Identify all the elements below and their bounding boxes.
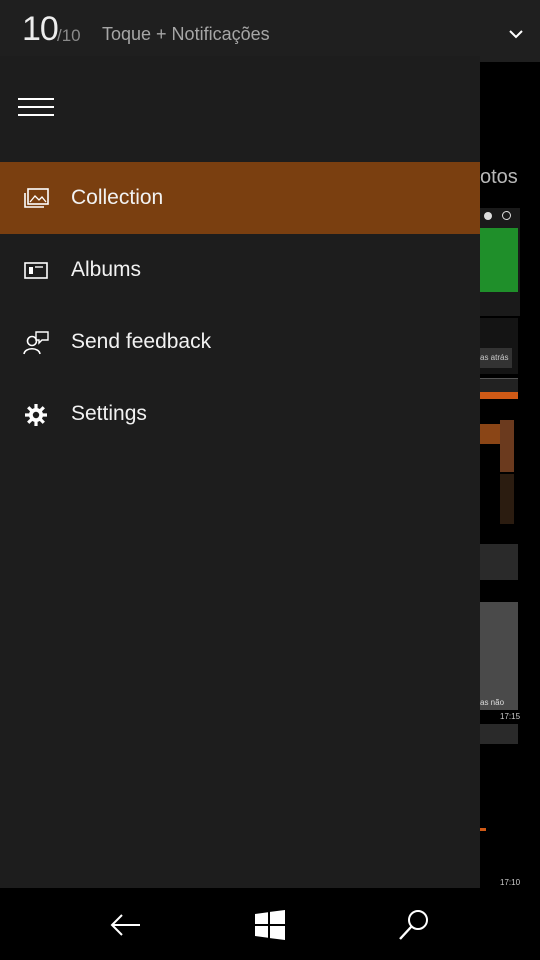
- notification-count-current: 10: [22, 10, 59, 48]
- nav-item-label: Collection: [71, 186, 164, 209]
- preview-refresh-icon: [502, 211, 511, 220]
- preview-time: 17:10: [500, 878, 521, 887]
- preview-photo: [500, 420, 514, 472]
- nav-item-label: Send feedback: [71, 330, 212, 353]
- back-arrow-icon[interactable]: [109, 908, 143, 942]
- preview-snippet: as atrás: [480, 353, 509, 362]
- preview-orange-block: [480, 424, 502, 444]
- nav-item-settings[interactable]: Settings: [0, 378, 480, 450]
- nav-item-collection[interactable]: Collection: [0, 162, 480, 234]
- background-app-preview: otos as atrás as não 17:15 17:10: [480, 62, 540, 888]
- nav-item-send-feedback[interactable]: Send feedback: [0, 306, 480, 378]
- preview-green-tile: [480, 228, 518, 292]
- preview-time: 17:15: [500, 712, 521, 721]
- album-icon: [24, 262, 48, 279]
- windows-logo-icon[interactable]: [253, 908, 287, 942]
- feedback-icon: [23, 331, 49, 355]
- notification-title: Toque + Notificações: [102, 24, 270, 44]
- nav-item-label: Settings: [71, 402, 147, 425]
- preview-accent: [480, 828, 486, 831]
- hamburger-line: [18, 98, 54, 100]
- search-icon[interactable]: [397, 908, 431, 942]
- preview-card: [480, 378, 518, 392]
- notification-count-total: /10: [57, 26, 81, 45]
- chevron-down-icon[interactable]: [504, 24, 528, 44]
- nav-item-albums[interactable]: Albums: [0, 234, 480, 306]
- system-navigation-bar: [0, 888, 540, 960]
- preview-card: [480, 602, 518, 710]
- background-app-title: otos: [480, 166, 518, 188]
- preview-orange-bar: [480, 392, 518, 399]
- preview-snippet: as não: [480, 698, 505, 707]
- collection-icon: [24, 188, 49, 208]
- gear-icon: [25, 404, 47, 426]
- hamburger-line: [18, 106, 54, 108]
- preview-card: [480, 724, 518, 744]
- hamburger-line: [18, 114, 54, 116]
- hamburger-menu-button[interactable]: [18, 98, 54, 118]
- nav-item-label: Albums: [71, 258, 142, 281]
- preview-photo: [500, 474, 514, 524]
- notification-header[interactable]: 10 /10 Toque + Notificações: [0, 0, 540, 62]
- navigation-drawer: Collection Albums Send feedback Settings: [0, 56, 480, 888]
- preview-dot-icon: [484, 212, 492, 220]
- preview-card: [480, 544, 518, 580]
